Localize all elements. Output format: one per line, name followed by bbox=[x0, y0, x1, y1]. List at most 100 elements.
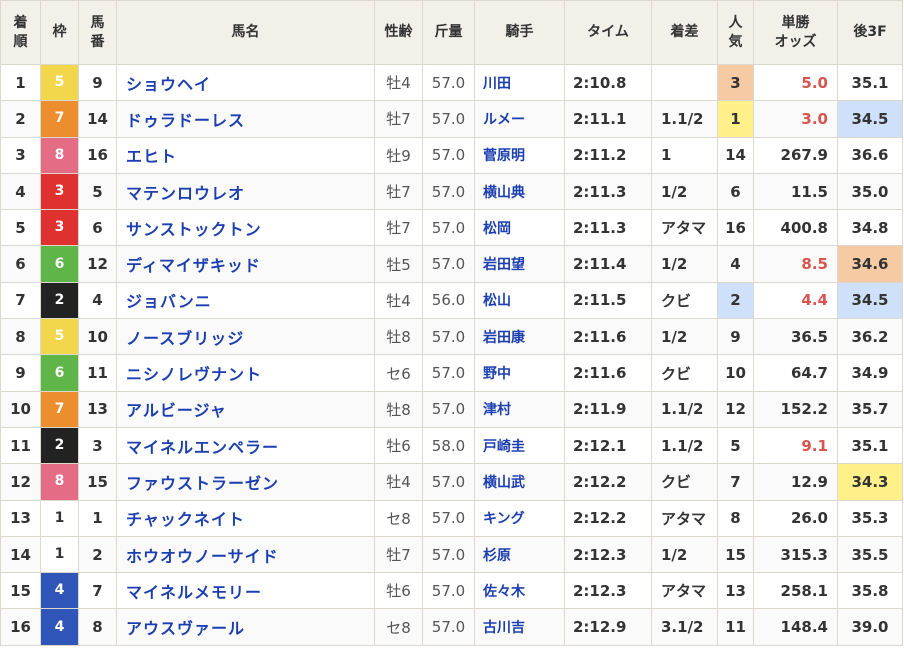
horse-name-link[interactable]: エヒト bbox=[126, 147, 177, 166]
gate-number: 3 bbox=[40, 172, 79, 211]
carried-weight: 57.0 bbox=[422, 572, 475, 610]
popularity: 2 bbox=[717, 281, 754, 320]
horse-name-link[interactable]: サンストックトン bbox=[126, 220, 262, 239]
gate-badge: 5 bbox=[54, 74, 65, 91]
finish-position: 13 bbox=[0, 499, 41, 537]
gate-badge: 8 bbox=[54, 146, 65, 163]
jockey-link[interactable]: 佐々木 bbox=[483, 584, 525, 600]
jockey-link[interactable]: 横山典 bbox=[483, 185, 525, 201]
jockey-link[interactable]: 松山 bbox=[483, 293, 511, 309]
finish-time: 2:11.3 bbox=[564, 209, 652, 247]
horse-name-link[interactable]: ショウヘイ bbox=[126, 75, 211, 94]
last-3f: 35.3 bbox=[837, 499, 903, 537]
sex-age: 牡8 bbox=[374, 318, 423, 356]
popularity: 14 bbox=[717, 136, 754, 174]
table-row: 12 8 15 ファウストラーゼン 牡4 57.0 横山武 2:12.2 クビ … bbox=[0, 463, 903, 501]
horse-name-link[interactable]: ジョバンニ bbox=[126, 292, 212, 311]
horse-name-link[interactable]: アウスヴァール bbox=[126, 619, 245, 638]
horse-name-link[interactable]: マテンロウレオ bbox=[126, 184, 245, 203]
jockey-link[interactable]: 松岡 bbox=[483, 221, 511, 237]
finish-position: 6 bbox=[0, 245, 41, 283]
margin: アタマ bbox=[651, 209, 718, 247]
popularity: 8 bbox=[717, 499, 754, 537]
horse-number: 3 bbox=[78, 426, 117, 465]
horse-name-link[interactable]: ホウオウノーサイド bbox=[126, 547, 279, 566]
gate-badge: 5 bbox=[54, 328, 65, 345]
horse-name-link[interactable]: ドゥラドーレス bbox=[126, 111, 245, 130]
finish-time: 2:10.8 bbox=[564, 63, 652, 102]
table-row: 13 1 1 チャックネイト セ8 57.0 キング 2:12.2 アタマ 8 … bbox=[0, 499, 903, 537]
jockey-link[interactable]: ルメー bbox=[483, 112, 525, 128]
sex-age: 牡6 bbox=[374, 572, 423, 610]
gate-number: 6 bbox=[40, 245, 79, 283]
finish-time: 2:12.2 bbox=[564, 499, 652, 537]
table-row: 3 8 16 エヒト 牡9 57.0 菅原明 2:11.2 1 14 267.9… bbox=[0, 136, 903, 174]
jockey-cell: 岩田康 bbox=[474, 318, 565, 356]
jockey-cell: 津村 bbox=[474, 390, 565, 428]
horse-number: 8 bbox=[78, 608, 117, 646]
finish-position: 9 bbox=[0, 354, 41, 392]
carried-weight: 57.0 bbox=[422, 535, 475, 574]
jockey-link[interactable]: 津村 bbox=[483, 402, 511, 418]
header-odds-line2: オッズ bbox=[774, 33, 817, 50]
header-odds: 単勝 オッズ bbox=[753, 0, 838, 65]
margin: 1 bbox=[651, 136, 718, 174]
horse-number: 2 bbox=[78, 535, 117, 574]
jockey-cell: 菅原明 bbox=[474, 136, 565, 174]
sex-age: 牡6 bbox=[374, 426, 423, 465]
horse-number: 12 bbox=[78, 245, 117, 283]
jockey-cell: 横山武 bbox=[474, 463, 565, 501]
horse-name-link[interactable]: ファウストラーゼン bbox=[126, 474, 279, 493]
header-num-line2: 番 bbox=[90, 33, 105, 50]
horse-name-link[interactable]: マイネルエンペラー bbox=[126, 438, 279, 457]
finish-time: 2:11.5 bbox=[564, 281, 652, 320]
jockey-link[interactable]: 岩田望 bbox=[483, 257, 525, 273]
header-weight: 斤量 bbox=[422, 0, 475, 65]
jockey-cell: 古川吉 bbox=[474, 608, 565, 646]
horse-name-link[interactable]: アルビージャ bbox=[126, 401, 227, 420]
jockey-cell: キング bbox=[474, 499, 565, 537]
horse-number: 15 bbox=[78, 463, 117, 501]
header-jockey: 騎手 bbox=[474, 0, 565, 65]
gate-number: 7 bbox=[40, 390, 79, 428]
finish-time: 2:12.9 bbox=[564, 608, 652, 646]
header-pos-line1: 着 bbox=[13, 14, 28, 31]
win-odds: 148.4 bbox=[753, 608, 838, 646]
horse-name-cell: チャックネイト bbox=[116, 499, 375, 537]
popularity: 12 bbox=[717, 390, 754, 428]
last-3f: 34.8 bbox=[837, 209, 903, 247]
horse-name-link[interactable]: ニシノレヴナント bbox=[126, 365, 262, 384]
horse-name-link[interactable]: マイネルメモリー bbox=[126, 583, 262, 602]
jockey-link[interactable]: 戸崎圭 bbox=[483, 439, 525, 455]
table-row: 9 6 11 ニシノレヴナント セ6 57.0 野中 2:11.6 クビ 10 … bbox=[0, 354, 903, 392]
finish-position: 2 bbox=[0, 100, 41, 138]
jockey-link[interactable]: キング bbox=[483, 511, 525, 527]
sex-age: 牡7 bbox=[374, 535, 423, 574]
sex-age: 牡8 bbox=[374, 390, 423, 428]
horse-name-cell: エヒト bbox=[116, 136, 375, 174]
header-pop: 人気 bbox=[717, 0, 754, 65]
margin bbox=[651, 63, 718, 102]
popularity: 9 bbox=[717, 318, 754, 356]
jockey-link[interactable]: 古川吉 bbox=[483, 620, 525, 636]
gate-number: 1 bbox=[40, 499, 79, 537]
header-num-line1: 馬 bbox=[90, 14, 105, 31]
jockey-link[interactable]: 菅原明 bbox=[483, 148, 525, 164]
last-3f: 35.1 bbox=[837, 63, 903, 102]
header-name: 馬名 bbox=[116, 0, 375, 65]
jockey-link[interactable]: 川田 bbox=[483, 76, 511, 92]
jockey-link[interactable]: 杉原 bbox=[483, 548, 511, 564]
jockey-link[interactable]: 野中 bbox=[483, 366, 511, 382]
finish-time: 2:11.9 bbox=[564, 390, 652, 428]
horse-name-link[interactable]: チャックネイト bbox=[126, 510, 245, 529]
finish-position: 4 bbox=[0, 172, 41, 211]
margin: 1/2 bbox=[651, 172, 718, 211]
horse-name-cell: ディマイザキッド bbox=[116, 245, 375, 283]
horse-name-link[interactable]: ディマイザキッド bbox=[126, 256, 261, 275]
horse-name-link[interactable]: ノースブリッジ bbox=[126, 329, 244, 348]
horse-number: 7 bbox=[78, 572, 117, 610]
jockey-link[interactable]: 横山武 bbox=[483, 475, 525, 491]
carried-weight: 56.0 bbox=[422, 281, 475, 320]
race-results-table: 着順 枠 馬番 馬名 性齢 斤量 騎手 タイム 着差 人気 単勝 オッズ 後3F … bbox=[0, 0, 903, 646]
jockey-link[interactable]: 岩田康 bbox=[483, 330, 525, 346]
